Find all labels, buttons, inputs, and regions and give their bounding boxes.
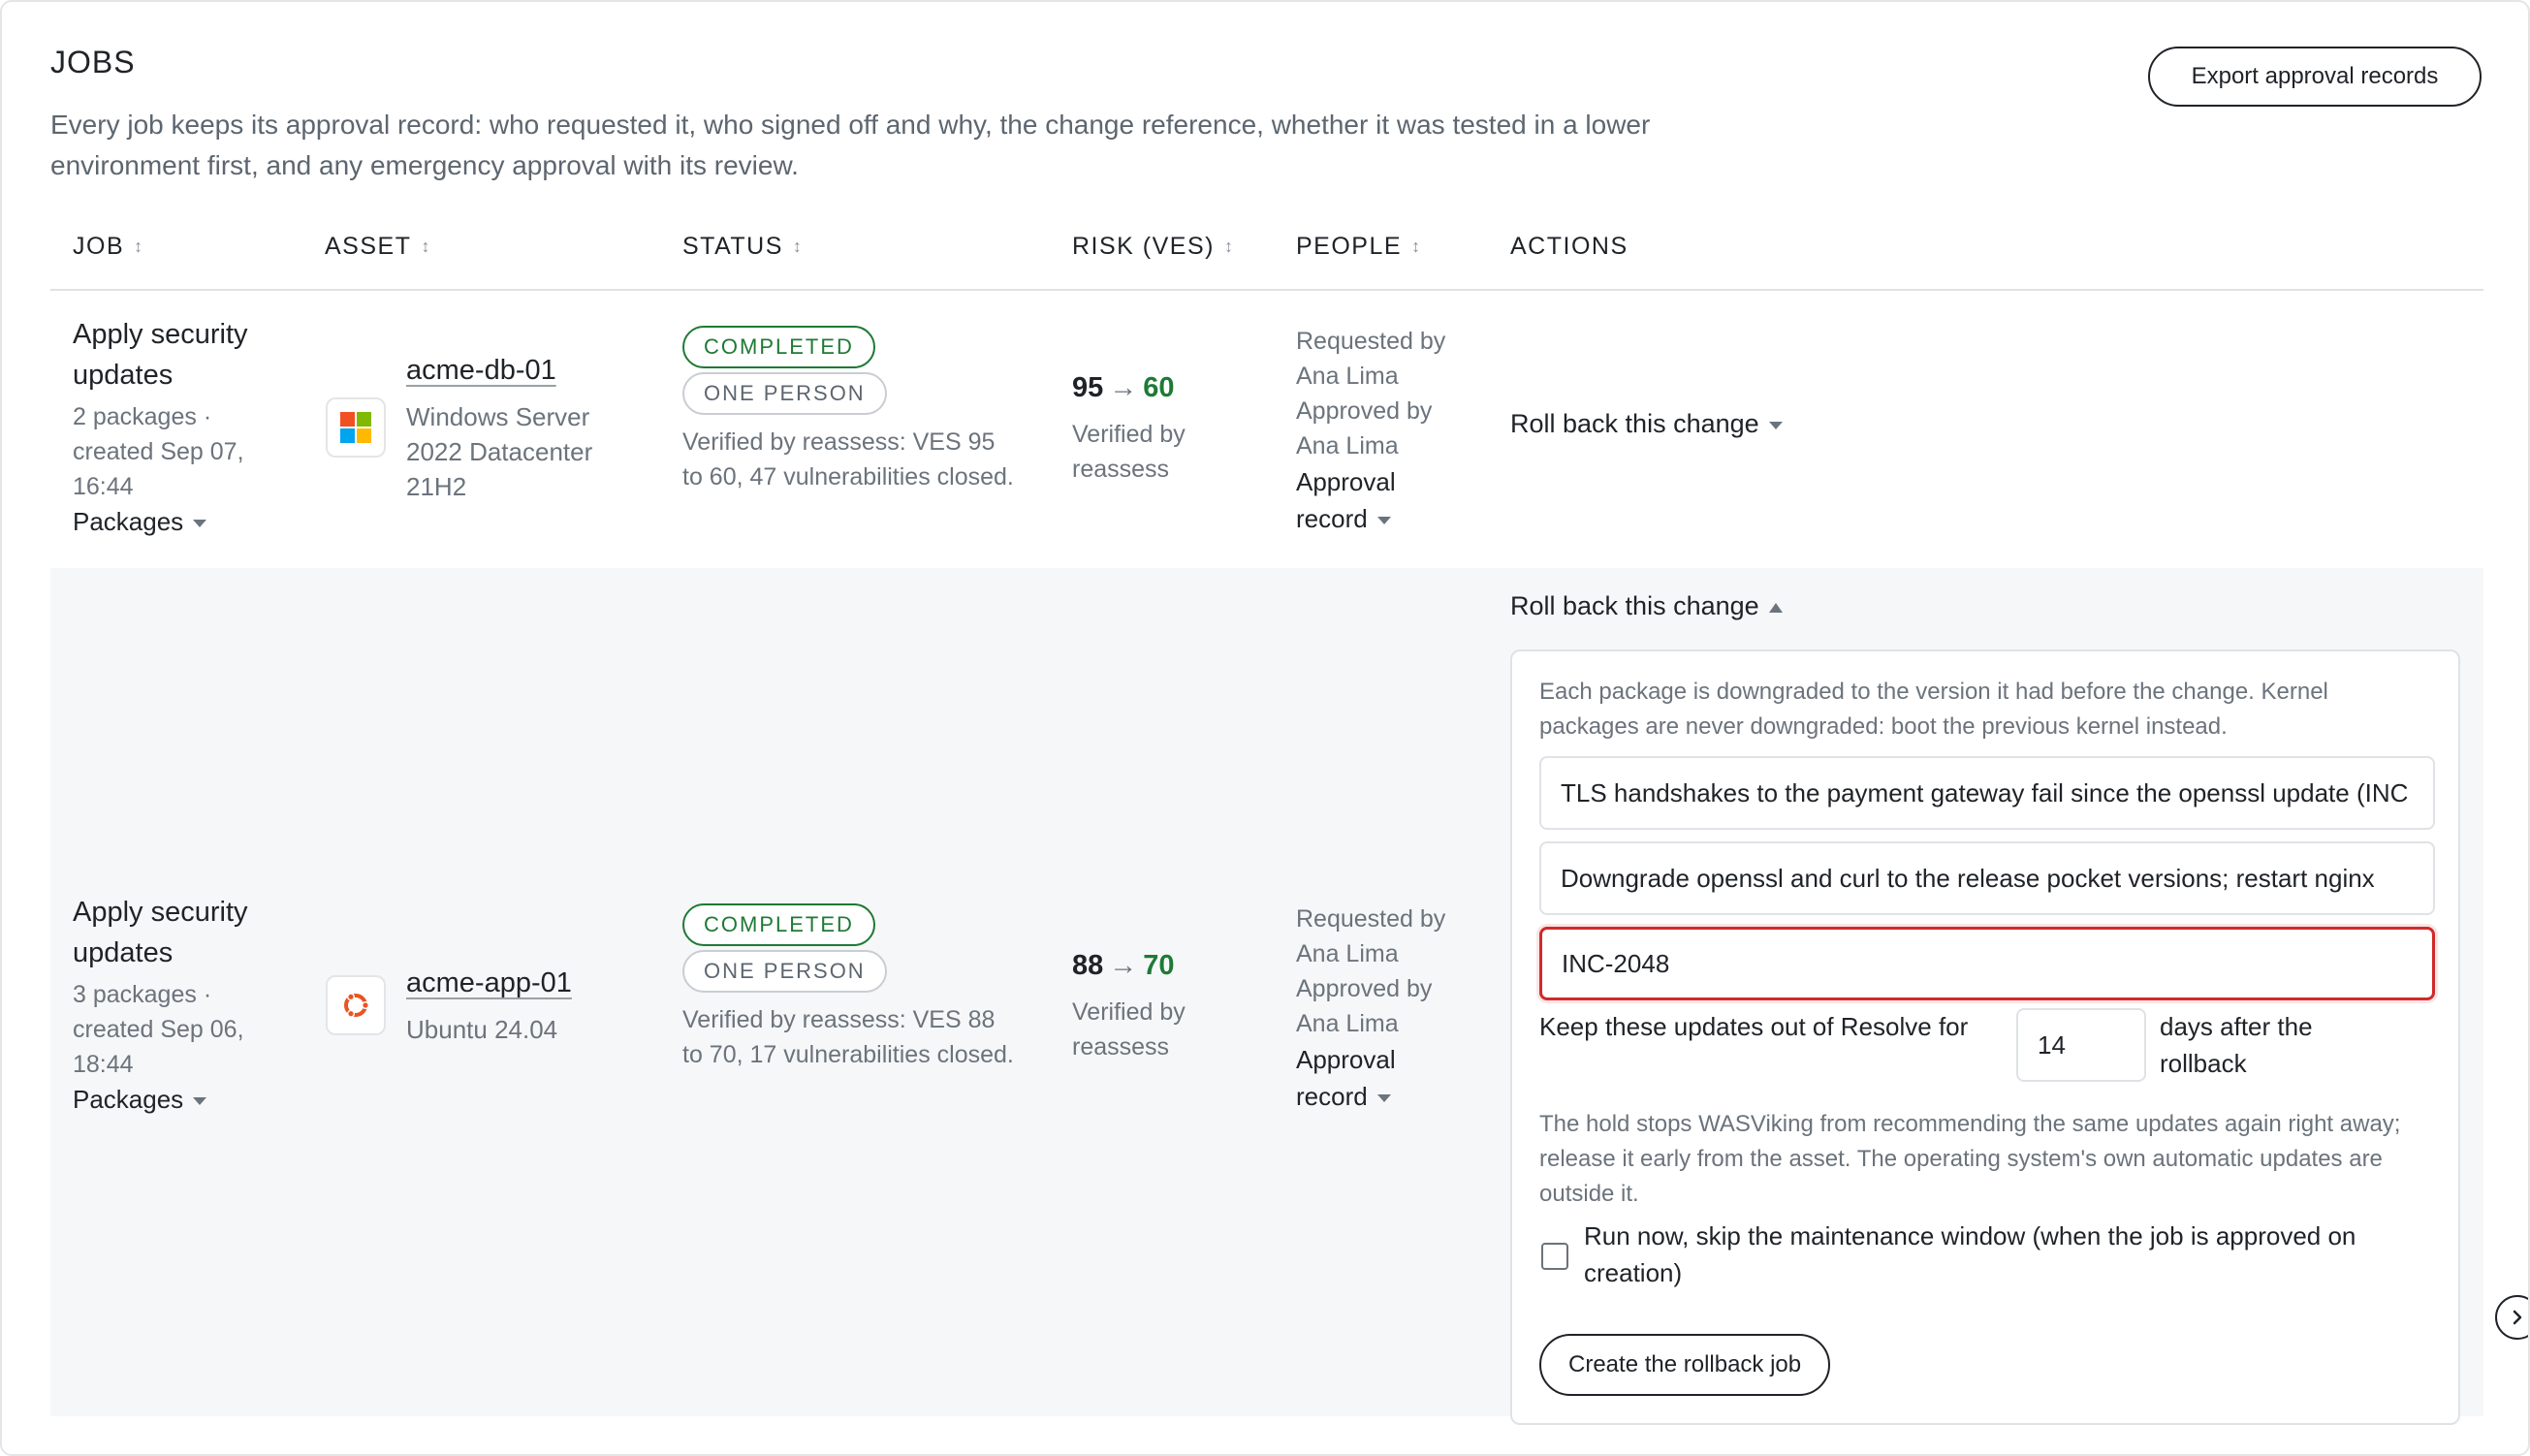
- job-title: Apply security updates: [73, 897, 248, 968]
- scroll-right-button[interactable]: [2495, 1295, 2528, 1340]
- header-divider: [50, 289, 2483, 291]
- page-title: JOBS: [50, 45, 136, 79]
- hold-label-before: Keep these updates out of Resolve for: [1539, 1012, 1969, 1041]
- rollback-toggle-label: Roll back this change: [1510, 409, 1759, 438]
- job-title: Apply security updates: [73, 319, 248, 391]
- arrow-right-icon: →: [1109, 372, 1138, 403]
- status-badge: COMPLETED: [682, 326, 875, 368]
- approved-by: Ana Lima: [1296, 432, 1399, 459]
- sort-icon: ↕: [792, 237, 804, 256]
- status-badge-label: COMPLETED: [682, 903, 875, 946]
- asset-os-logo: [326, 397, 386, 458]
- column-header-risk[interactable]: RISK (VES) ↕: [1072, 233, 1234, 261]
- chevron-right-icon: [2513, 1310, 2522, 1325]
- risk-after: 60: [1143, 372, 1175, 403]
- rollback-toggle[interactable]: Roll back this change: [1510, 409, 1783, 439]
- asset-os: Ubuntu 24.04: [406, 1015, 558, 1044]
- approved-by-label: Approved by: [1296, 397, 1433, 425]
- sort-icon: ↕: [134, 237, 144, 256]
- create-rollback-job-button[interactable]: Create the rollback job: [1539, 1334, 1831, 1396]
- run-now-label: Run now, skip the maintenance window (wh…: [1584, 1221, 2356, 1287]
- packages-toggle[interactable]: Packages: [73, 504, 207, 539]
- ubuntu-logo-icon: [344, 993, 369, 1018]
- sort-icon: ↕: [421, 237, 431, 256]
- approved-by: Ana Lima: [1296, 1010, 1399, 1037]
- rollback-plan-field[interactable]: Downgrade openssl and curl to the releas…: [1539, 841, 2435, 915]
- approval-badge-label: ONE PERSON: [682, 950, 887, 993]
- rollback-panel: Each package is downgraded to the versio…: [1510, 649, 2460, 1425]
- chevron-down-icon: [193, 1097, 207, 1106]
- column-header-risk-label: RISK (VES): [1072, 233, 1215, 260]
- requested-by: Ana Lima: [1296, 940, 1399, 967]
- jobs-card: JOBS Every job keeps its approval record…: [0, 0, 2530, 1456]
- column-header-actions: ACTIONS: [1510, 233, 1629, 261]
- approval-badge: ONE PERSON: [682, 950, 887, 993]
- packages-label: Packages: [73, 507, 184, 536]
- risk-note: Verified by reassess: [1072, 421, 1186, 483]
- change-reference-field[interactable]: INC-2048: [1539, 927, 2435, 1000]
- chevron-down-icon: [193, 520, 207, 528]
- status-note: Verified by reassess: VES 95 to 60, 47 v…: [682, 428, 1014, 491]
- approval-record-toggle[interactable]: Approval record: [1296, 463, 1432, 537]
- column-header-actions-label: ACTIONS: [1510, 233, 1629, 260]
- packages-toggle[interactable]: Packages: [73, 1082, 207, 1117]
- asset-os-logo: [326, 975, 386, 1035]
- risk-after: 70: [1143, 950, 1175, 981]
- column-header-job-label: JOB: [73, 233, 125, 260]
- packages-label: Packages: [73, 1085, 184, 1114]
- approved-by-label: Approved by: [1296, 975, 1433, 1002]
- column-header-asset-label: ASSET: [325, 233, 412, 260]
- approval-badge-label: ONE PERSON: [682, 372, 887, 415]
- status-badge-label: COMPLETED: [682, 326, 875, 368]
- column-header-people-label: PEOPLE: [1296, 233, 1403, 260]
- windows-logo-icon: [340, 412, 371, 443]
- arrow-right-icon: →: [1109, 950, 1138, 981]
- status-badge: COMPLETED: [682, 903, 875, 946]
- column-header-asset[interactable]: ASSET ↕: [325, 233, 431, 261]
- chevron-up-icon: [1768, 602, 1783, 613]
- column-header-status-label: STATUS: [682, 233, 783, 260]
- requested-by: Ana Lima: [1296, 363, 1399, 390]
- sort-icon: ↕: [1223, 237, 1235, 256]
- risk-note: Verified by reassess: [1072, 998, 1186, 1060]
- rollback-reason-field[interactable]: TLS handshakes to the payment gateway fa…: [1539, 756, 2435, 830]
- requested-by-label: Requested by: [1296, 905, 1446, 933]
- job-meta: 3 packages · created Sep 06, 18:44: [73, 981, 244, 1078]
- hold-label-after: days after the rollback: [2160, 1012, 2313, 1078]
- rollback-toggle[interactable]: Roll back this change: [1510, 591, 1783, 621]
- hold-days-field[interactable]: 14: [2016, 1008, 2146, 1082]
- approval-record-toggle[interactable]: Approval record: [1296, 1041, 1432, 1115]
- risk-before: 95: [1072, 372, 1104, 403]
- chevron-down-icon: [1768, 421, 1783, 429]
- column-header-people[interactable]: PEOPLE ↕: [1296, 233, 1422, 261]
- chevron-down-icon: [1376, 1094, 1391, 1103]
- job-meta: 2 packages · created Sep 07, 16:44: [73, 403, 244, 500]
- chevron-down-icon: [1376, 517, 1391, 525]
- sort-icon: ↕: [1411, 237, 1422, 256]
- rollback-intro: Each package is downgraded to the versio…: [1539, 679, 2328, 740]
- page-description: Every job keeps its approval record: who…: [50, 110, 1651, 180]
- export-approval-records-button[interactable]: Export approval records: [2148, 47, 2482, 107]
- risk-score: 95 → 60: [1072, 372, 1175, 404]
- asset-link[interactable]: acme-db-01: [406, 355, 556, 387]
- run-now-checkbox[interactable]: [1541, 1243, 1568, 1270]
- requested-by-label: Requested by: [1296, 328, 1446, 355]
- asset-os: Windows Server 2022 Datacenter 21H2: [406, 402, 593, 501]
- asset-link[interactable]: acme-app-01: [406, 967, 572, 999]
- rollback-toggle-label: Roll back this change: [1510, 591, 1759, 620]
- column-header-job[interactable]: JOB ↕: [73, 233, 144, 261]
- risk-score: 88 → 70: [1072, 950, 1175, 982]
- hold-note: The hold stops WASViking from recommendi…: [1539, 1111, 2401, 1207]
- status-note: Verified by reassess: VES 88 to 70, 17 v…: [682, 1006, 1014, 1068]
- approval-badge: ONE PERSON: [682, 372, 887, 415]
- risk-before: 88: [1072, 950, 1104, 981]
- column-header-status[interactable]: STATUS ↕: [682, 233, 803, 261]
